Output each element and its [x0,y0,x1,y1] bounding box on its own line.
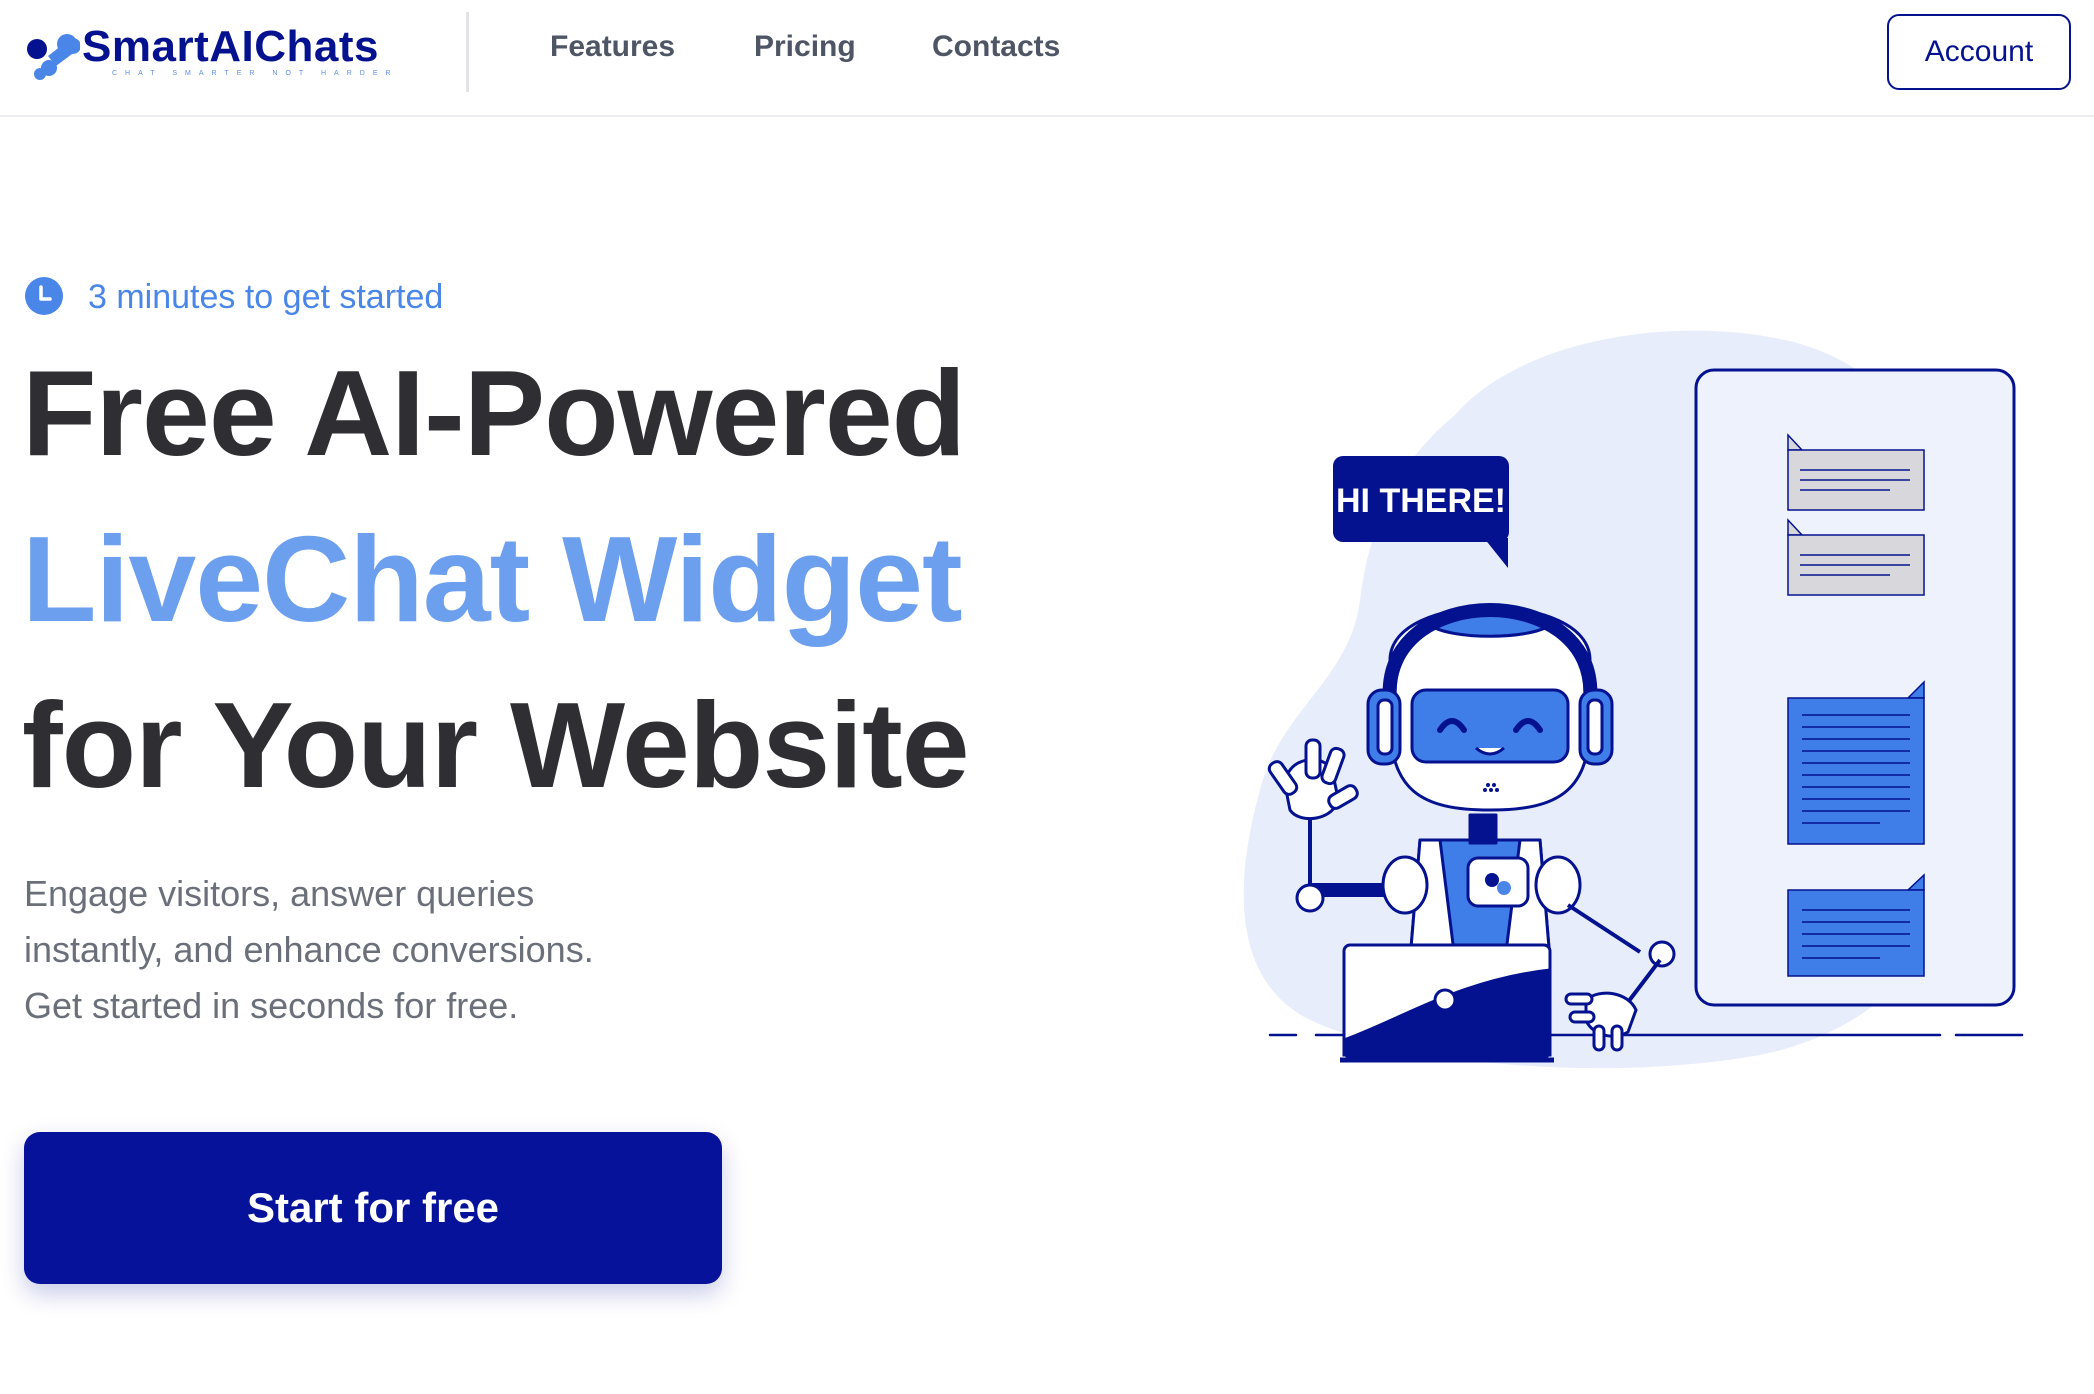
brand-logo[interactable]: SmartAIChats chat smarter not harder [26,20,396,80]
setup-time-badge: 3 minutes to get started [24,276,504,322]
speech-bubble-text: HI THERE! [1336,482,1506,520]
brand-logo-icon [27,34,80,80]
hero-description: Engage visitors, answer queries instantl… [24,873,594,1026]
hero-illustration: HI THERE! [1243,330,2024,1069]
nav-link-contacts[interactable]: Contacts [932,30,1060,64]
site-header: SmartAIChats chat smarter not harder Fea… [0,0,2094,117]
robot-icon [1267,604,1592,962]
headline-line-3: for Your Website [22,677,970,813]
brand-name: SmartAIChats [82,22,379,71]
headline-line-1: Free AI-Powered [22,345,966,481]
brand-tagline: chat smarter not harder [112,70,399,77]
nav-link-features[interactable]: Features [550,30,675,64]
headline-line-2: LiveChat Widget [22,511,963,647]
account-button[interactable]: Account [1887,14,2071,90]
chat-panel-icon [1694,368,2016,1007]
nav-link-pricing[interactable]: Pricing [754,30,856,64]
clock-icon [25,277,63,315]
start-for-free-button[interactable]: Start for free [24,1132,722,1284]
header-divider [466,12,469,92]
setup-time-text: 3 minutes to get started [88,278,444,316]
laptop-icon [1340,943,1554,1063]
